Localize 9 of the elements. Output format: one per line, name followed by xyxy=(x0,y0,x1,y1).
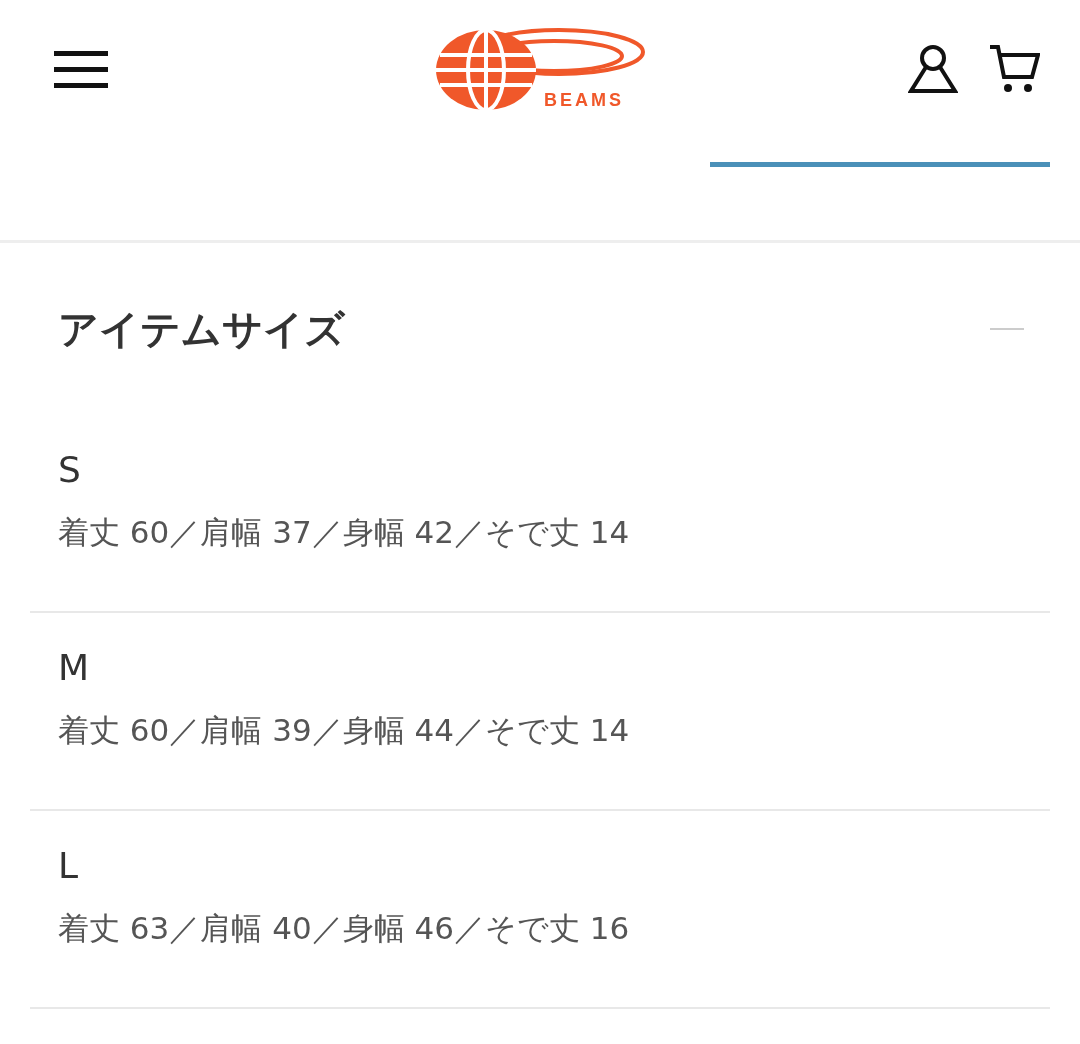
size-label: L xyxy=(58,845,80,886)
logo[interactable]: BEAMS xyxy=(434,20,646,112)
size-measurements: 着丈 63／肩幅 40／身幅 46／そで丈 16 xyxy=(58,909,631,948)
menu-icon[interactable] xyxy=(52,49,110,91)
size-measurements: 着丈 60／肩幅 37／身幅 42／そで丈 14 xyxy=(58,513,631,552)
section-title: アイテムサイズ xyxy=(58,304,345,354)
size-measurements: 着丈 60／肩幅 39／身幅 44／そで丈 14 xyxy=(58,711,631,750)
size-label: S xyxy=(58,449,82,490)
size-label: M xyxy=(58,647,91,688)
